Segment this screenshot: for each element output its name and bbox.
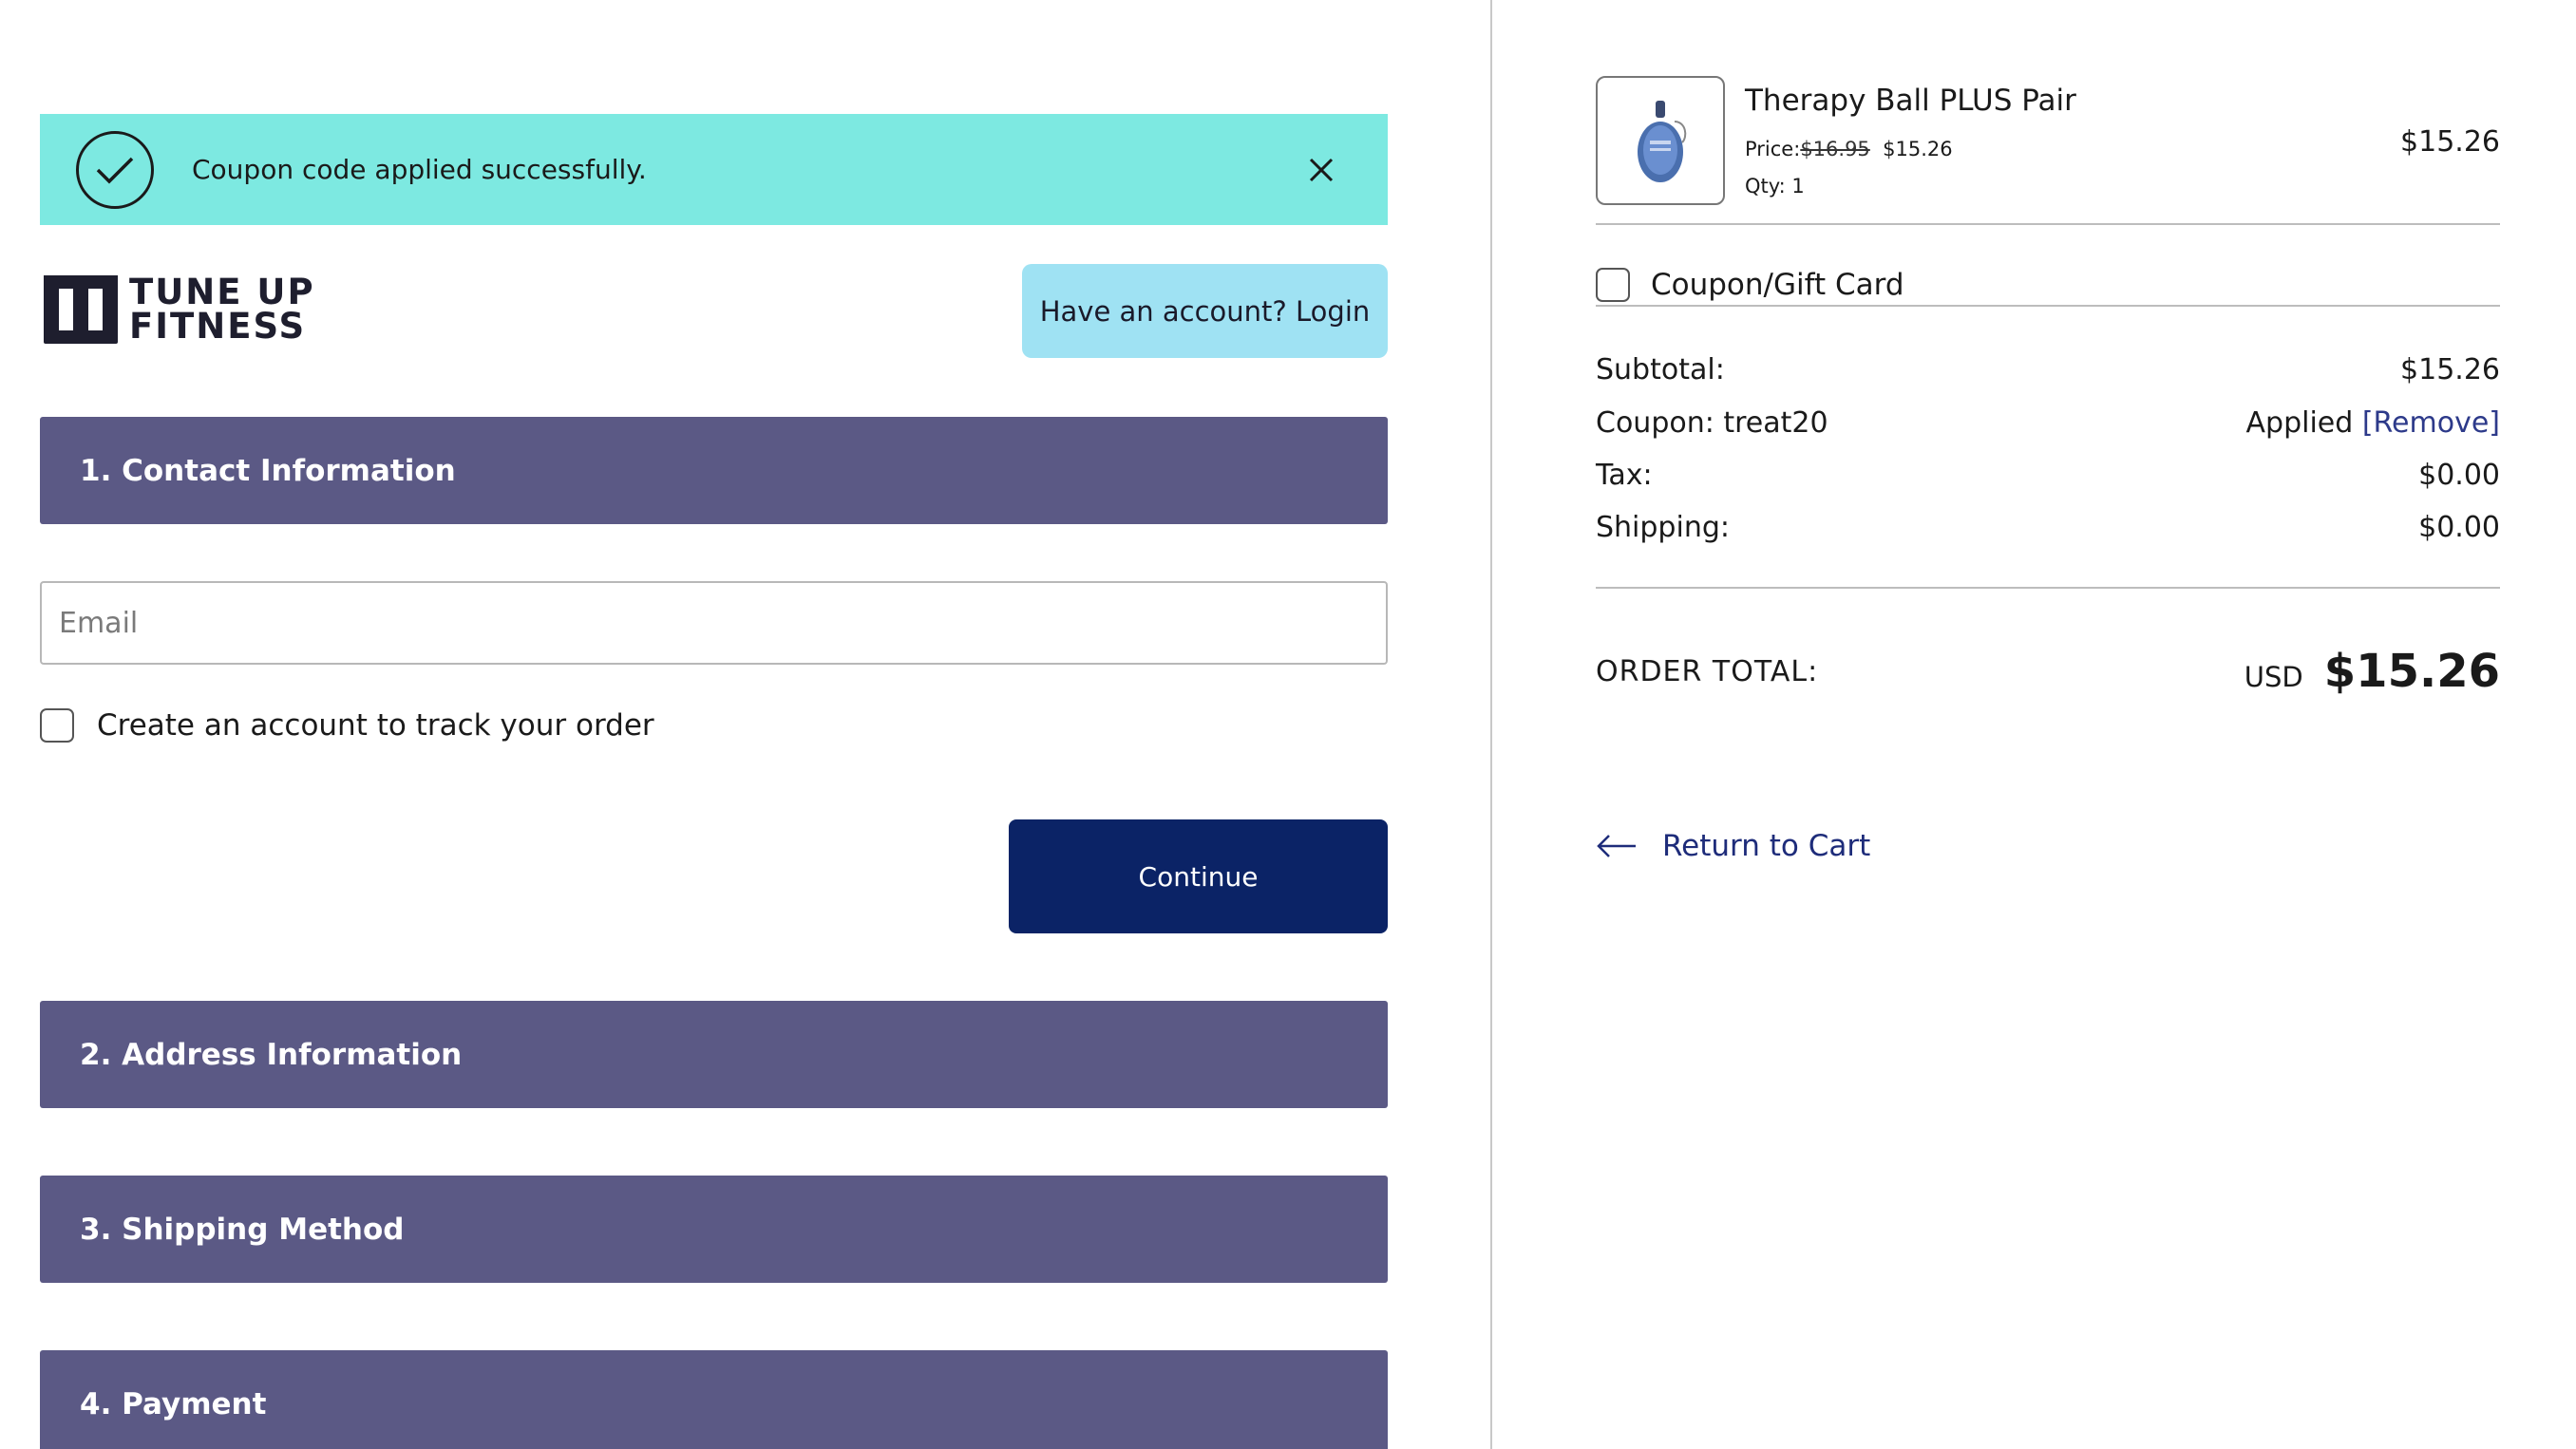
- email-field[interactable]: [40, 581, 1388, 665]
- coupon-applied-text: Applied: [2245, 406, 2354, 440]
- continue-button[interactable]: Continue: [1009, 819, 1388, 933]
- order-summary-column: Therapy Ball PLUS Pair Price:$16.95 $15.…: [1596, 0, 2500, 1449]
- shipping-value: $0.00: [2418, 511, 2500, 544]
- create-account-row: Create an account to track your order: [40, 705, 654, 746]
- banner-message: Coupon code applied successfully.: [192, 154, 647, 185]
- create-account-label: Create an account to track your order: [97, 708, 654, 743]
- product-line-total: $15.26: [2400, 125, 2500, 159]
- create-account-checkbox[interactable]: [40, 708, 74, 743]
- brand-logo[interactable]: TUNE UP FITNESS: [44, 273, 315, 346]
- order-total-label: ORDER TOTAL:: [1596, 654, 1819, 688]
- shipping-row: Shipping: $0.00: [1596, 511, 2500, 544]
- coupon-gift-card-checkbox[interactable]: [1596, 268, 1630, 302]
- product-price: Price:$16.95 $15.26: [1745, 138, 1953, 160]
- divider: [1596, 223, 2500, 225]
- column-divider: [1490, 0, 1492, 1449]
- brand-wordmark: TUNE UP FITNESS: [129, 272, 315, 347]
- arrow-left-icon: [1597, 835, 1636, 857]
- divider: [1596, 305, 2500, 307]
- coupon-status: Applied [Remove]: [2246, 406, 2500, 440]
- coupon-label: Coupon: treat20: [1596, 406, 1828, 440]
- login-button[interactable]: Have an account? Login: [1022, 264, 1388, 358]
- shipping-label: Shipping:: [1596, 511, 1730, 544]
- remove-coupon-link[interactable]: [Remove]: [2362, 406, 2500, 440]
- checkout-form-column: Coupon code applied successfully. TUNE U…: [40, 0, 1388, 1449]
- subtotal-value: $15.26: [2400, 353, 2500, 386]
- brand-line-2: FITNESS: [129, 306, 307, 347]
- subtotal-label: Subtotal:: [1596, 353, 1725, 386]
- product-quantity: Qty: 1: [1745, 175, 1805, 198]
- return-to-cart-link[interactable]: Return to Cart: [1596, 822, 1870, 870]
- section-payment[interactable]: 4. Payment: [40, 1350, 1388, 1449]
- tax-value: $0.00: [2418, 459, 2500, 492]
- order-total-currency: USD: [2244, 661, 2303, 693]
- divider: [1596, 587, 2500, 589]
- section-contact-information[interactable]: 1. Contact Information: [40, 417, 1388, 524]
- section-shipping-method[interactable]: 3. Shipping Method: [40, 1176, 1388, 1283]
- coupon-success-banner: Coupon code applied successfully.: [40, 114, 1388, 225]
- section-address-information[interactable]: 2. Address Information: [40, 1001, 1388, 1108]
- therapy-ball-image: [1596, 76, 1725, 205]
- sale-price: $15.26: [1883, 138, 1953, 160]
- tax-label: Tax:: [1596, 459, 1653, 492]
- order-total-value: $15.26: [2323, 645, 2500, 698]
- check-circle-icon: [76, 130, 154, 209]
- tax-row: Tax: $0.00: [1596, 459, 2500, 492]
- order-total-row: ORDER TOTAL: USD $15.26: [1596, 638, 2500, 705]
- subtotal-row: Subtotal: $15.26: [1596, 353, 2500, 386]
- return-to-cart-label: Return to Cart: [1662, 829, 1871, 863]
- brand-logo-icon: [44, 275, 118, 344]
- checkout-page: Coupon code applied successfully. TUNE U…: [0, 0, 2576, 1449]
- coupon-gift-card-label: Coupon/Gift Card: [1651, 268, 1904, 302]
- brand-line-1: TUNE UP: [129, 272, 315, 312]
- product-name: Therapy Ball PLUS Pair: [1745, 84, 2076, 118]
- coupon-row: Coupon: treat20 Applied [Remove]: [1596, 406, 2500, 440]
- coupon-gift-card-row: Coupon/Gift Card: [1596, 264, 1904, 306]
- original-price: $16.95: [1800, 138, 1870, 160]
- price-label: Price:: [1745, 138, 1801, 160]
- close-icon[interactable]: [1304, 153, 1338, 187]
- order-total-amount-group: USD $15.26: [2245, 645, 2500, 698]
